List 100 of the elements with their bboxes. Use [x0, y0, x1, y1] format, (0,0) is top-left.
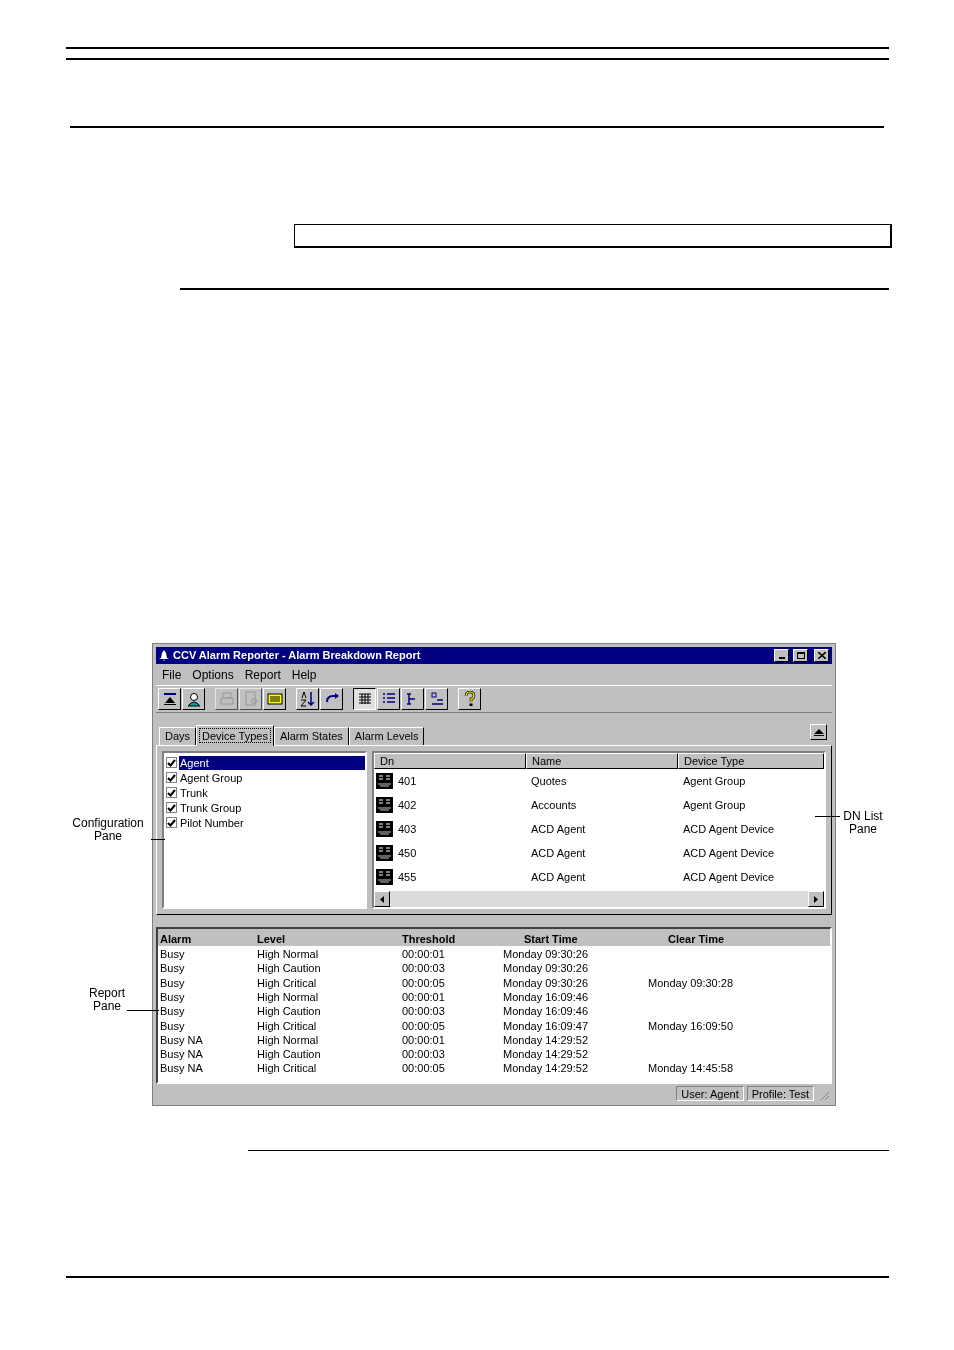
tab[interactable]: Alarm States	[273, 727, 349, 745]
table-cell: Monday 09:30:26	[503, 962, 588, 976]
table-cell-text: 403	[398, 821, 417, 837]
table-cell: Busy	[160, 1005, 185, 1019]
callout-label: Configuration Pane	[71, 817, 145, 843]
device-type-item[interactable]: Trunk Group	[179, 800, 365, 815]
table-cell-text: Agent Group	[683, 773, 746, 789]
table-cell: 00:00:01	[402, 990, 445, 1004]
column-header[interactable]: Dn	[374, 753, 526, 769]
scroll-right-button[interactable]	[808, 891, 824, 907]
triangle-up-icon	[813, 728, 824, 736]
left-arrow-icon	[380, 895, 384, 903]
close-button[interactable]	[814, 649, 829, 662]
table-cell-text: ACD Agent	[531, 845, 586, 861]
maximize-button[interactable]	[793, 649, 808, 662]
table-cell: High Caution	[257, 962, 321, 976]
table-cell: Monday 14:29:52	[503, 1048, 588, 1062]
table-cell: Busy	[160, 948, 185, 961]
table-cell: Monday 09:30:26	[503, 976, 588, 990]
horizontal-scrollbar[interactable]	[374, 891, 824, 907]
device-type-item[interactable]: Pilot Number	[179, 815, 365, 830]
menu-item[interactable]: Report	[244, 666, 281, 684]
column-header[interactable]: Alarm	[160, 931, 192, 948]
table-cell: 00:00:01	[402, 1033, 445, 1047]
table-cell: 00:00:03	[402, 1005, 445, 1019]
table-cell: Monday 14:29:52	[503, 1033, 588, 1047]
scroll-left-button[interactable]	[374, 891, 390, 907]
column-header[interactable]: Device Type	[678, 753, 824, 769]
table-cell-text: 402	[398, 797, 417, 813]
tab[interactable]: Days	[159, 727, 197, 745]
right-arrow-icon	[814, 895, 818, 903]
table-cell: High Caution	[257, 1048, 321, 1062]
checkbox[interactable]	[166, 772, 177, 783]
window-title: CCV Alarm Reporter - Alarm Breakdown Report	[173, 648, 422, 664]
device-type-item[interactable]: Trunk	[179, 785, 365, 800]
column-header[interactable]: Name	[526, 753, 678, 769]
table-cell: Busy	[160, 1019, 185, 1033]
table-cell: Busy NA	[160, 1062, 203, 1076]
table-cell-text: ACD Agent	[531, 821, 586, 837]
table-cell: 00:00:01	[402, 948, 445, 961]
table-cell: Monday 14:29:52	[503, 1062, 588, 1076]
table-cell: 00:00:05	[402, 976, 445, 990]
table-cell-text: ACD Agent Device	[683, 821, 775, 837]
table-cell: 00:00:03	[402, 1048, 445, 1062]
table-cell: High Critical	[257, 976, 317, 990]
table-cell: Monday 16:09:46	[503, 1005, 588, 1019]
callout-label: DN List Pane	[842, 810, 884, 836]
menu-item[interactable]: Options	[192, 666, 234, 684]
tab[interactable]: Device Types	[196, 725, 274, 746]
checkbox[interactable]	[166, 802, 177, 813]
table-cell: High Critical	[257, 1019, 317, 1033]
column-header[interactable]: Level	[257, 931, 286, 948]
callout-label: Report Pane	[88, 987, 126, 1013]
column-header[interactable]: Clear Time	[668, 931, 725, 948]
grid-icon	[356, 691, 373, 707]
table-cell: Busy NA	[160, 1048, 203, 1062]
table-cell-text: 455	[398, 869, 417, 885]
toolbar-button[interactable]	[353, 688, 376, 710]
checkbox[interactable]	[166, 757, 177, 768]
menu-item[interactable]: Help	[291, 666, 317, 684]
table-cell: High Critical	[257, 1062, 317, 1076]
close-icon	[817, 652, 826, 659]
table-cell: High Normal	[257, 948, 319, 961]
phone-device-icon	[376, 869, 393, 885]
menu-item[interactable]: File	[162, 666, 182, 684]
sort-icon	[299, 691, 316, 707]
table-cell: Busy	[160, 962, 185, 976]
minimize-button[interactable]	[774, 649, 789, 662]
detail-icon	[428, 691, 445, 707]
leader-line	[815, 816, 840, 817]
table-cell: Monday 14:45:58	[648, 1062, 733, 1076]
phone-device-icon	[376, 845, 393, 861]
status-panel: Profile: Test	[746, 1086, 814, 1101]
printer-icon	[218, 691, 235, 707]
table-cell: Busy	[160, 976, 185, 990]
page-icon	[242, 691, 259, 707]
table-cell: Monday 16:09:47	[503, 1019, 588, 1033]
checkbox[interactable]	[166, 817, 177, 828]
status-panel: User: Agent	[676, 1086, 744, 1101]
collapse-button[interactable]	[810, 724, 827, 740]
checkbox[interactable]	[166, 787, 177, 798]
table-cell: 00:00:05	[402, 1019, 445, 1033]
table-cell: Monday 09:30:26	[503, 948, 588, 961]
resize-grip-icon	[820, 1091, 830, 1101]
tab[interactable]: Alarm Levels	[348, 727, 425, 745]
column-header[interactable]: Threshold	[402, 931, 456, 948]
leader-line	[127, 1010, 159, 1011]
table-cell: Busy	[160, 990, 185, 1004]
table-cell-text: 401	[398, 773, 417, 789]
table-cell-text: Quotes	[531, 773, 567, 789]
table-cell: 00:00:05	[402, 1062, 445, 1076]
column-header[interactable]: Start Time	[524, 931, 578, 948]
table-cell-text: 450	[398, 845, 417, 861]
device-type-item[interactable]: Agent	[179, 755, 365, 770]
table-cell: Busy NA	[160, 1033, 203, 1047]
phone-device-icon	[376, 821, 393, 837]
table-cell: Monday 16:09:46	[503, 990, 588, 1004]
person-icon	[185, 691, 202, 707]
leader-line	[151, 839, 165, 840]
device-type-item[interactable]: Agent Group	[179, 770, 365, 785]
